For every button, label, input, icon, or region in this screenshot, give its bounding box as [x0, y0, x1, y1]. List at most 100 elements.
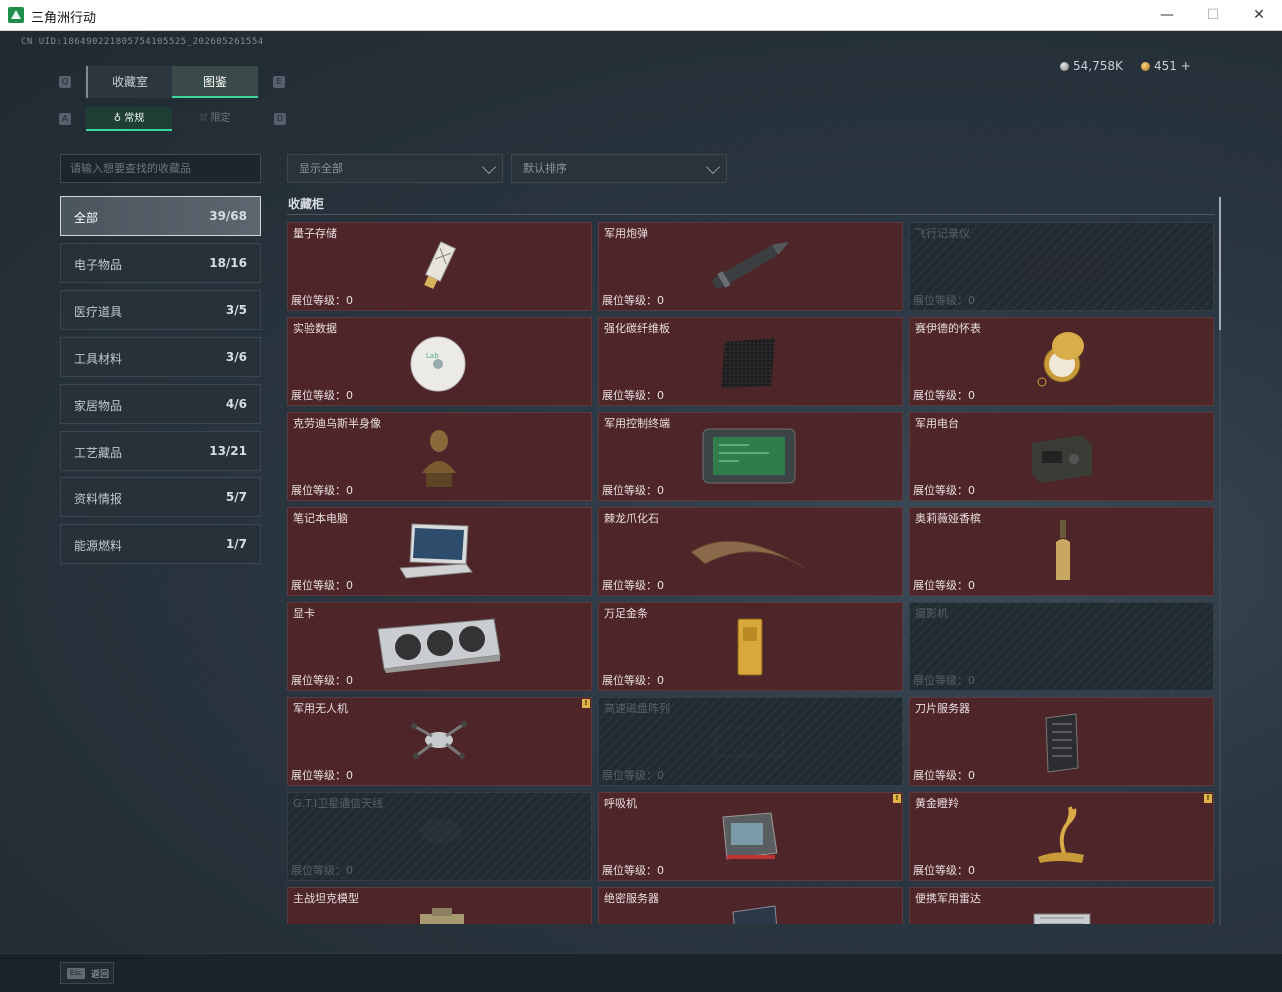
chevron-down-icon — [705, 159, 721, 175]
item-name: 笔记本电脑 — [293, 512, 348, 525]
tab-limited[interactable]: ⛆ 限定 — [172, 107, 258, 131]
back-button[interactable]: Esc 返回 — [60, 962, 114, 984]
sort-dropdown[interactable]: 默认排序 — [511, 154, 727, 183]
radar-icon — [1030, 906, 1094, 924]
key-hint-a: A — [59, 113, 71, 125]
collection-item-card[interactable]: 军用无人机 展位等级：0! — [287, 697, 592, 786]
graphics-card-icon — [374, 615, 504, 679]
collection-item-card[interactable]: 黄金瞪羚 展位等级：0! — [909, 792, 1214, 881]
collection-item-card[interactable]: 赛伊德的怀表 展位等级：0 — [909, 317, 1214, 406]
item-display-level: 展位等级：0 — [291, 674, 353, 687]
ventilator-icon — [717, 809, 781, 867]
control-terminal-icon — [699, 425, 799, 491]
item-display-level: 展位等级：0 — [291, 294, 353, 307]
item-display-level: 展位等级：0 — [291, 389, 353, 402]
category-count: 13/21 — [209, 444, 247, 458]
category-medical[interactable]: 医疗道具 3/5 — [60, 290, 261, 330]
item-name: 高速磁盘阵列 — [604, 702, 670, 715]
category-crafts[interactable]: 工艺藏品 13/21 — [60, 431, 261, 471]
collection-item-card[interactable]: 量子存储 展位等级：0 — [287, 222, 592, 311]
close-button[interactable]: ✕ — [1236, 0, 1282, 31]
category-fuel[interactable]: 能源燃料 1/7 — [60, 524, 261, 564]
collection-item-card[interactable]: 呼吸机 展位等级：0! — [598, 792, 903, 881]
silver-coin-icon — [1060, 62, 1069, 71]
collection-item-card[interactable]: 强化碳纤维板 展位等级：0 — [598, 317, 903, 406]
pocket-watch-icon — [1028, 326, 1088, 400]
category-count: 5/7 — [225, 490, 247, 504]
item-display-level: 展位等级：0 — [913, 484, 975, 497]
gold-currency[interactable]: 451 + — [1141, 59, 1191, 73]
collection-item-card[interactable]: 主战坦克模型展位等级：0 — [287, 887, 592, 924]
section-title: 收藏柜 — [288, 197, 325, 211]
tab-collection-room[interactable]: 收藏室 — [86, 66, 172, 98]
bust-icon — [416, 425, 462, 495]
gold-amount: 451 + — [1154, 59, 1191, 73]
collection-item-card[interactable]: 万足金条 展位等级：0 — [598, 602, 903, 691]
key-hint-d: D — [274, 113, 286, 125]
item-name: 强化碳纤维板 — [604, 322, 670, 335]
category-label: 全部 — [74, 211, 99, 225]
collection-item-card[interactable]: 军用控制终端 展位等级：0 — [598, 412, 903, 501]
category-count: 4/6 — [225, 397, 247, 411]
category-all[interactable]: 全部 39/68 — [60, 196, 261, 236]
item-name: 克劳迪乌斯半身像 — [293, 417, 381, 430]
collection-item-card[interactable]: 绝密服务器展位等级：0 — [598, 887, 903, 924]
collection-item-card[interactable]: 奥莉薇娅香槟 展位等级：0 — [909, 507, 1214, 596]
esc-key-icon: Esc — [67, 968, 85, 979]
category-label: 资料情报 — [74, 492, 123, 506]
item-display-level: 展位等级：0 — [602, 484, 664, 497]
drone-icon — [404, 712, 474, 772]
item-display-level: 展位等级：0 — [291, 579, 353, 592]
tab-regular[interactable]: ♁ 常规 — [86, 107, 172, 131]
item-name: G.T.I卫星通信天线 — [293, 797, 384, 810]
minimize-button[interactable]: — — [1144, 0, 1190, 31]
item-name: 显卡 — [293, 607, 315, 620]
item-display-level: 展位等级：0 — [602, 769, 664, 782]
category-tools[interactable]: 工具材料 3/6 — [60, 337, 261, 377]
item-name: 摄影机 — [915, 607, 948, 620]
item-display-level: 展位等级：0 — [602, 674, 664, 687]
maximize-button[interactable]: ☐ — [1190, 0, 1236, 31]
section-divider — [287, 214, 1215, 215]
display-filter-dropdown[interactable]: 显示全部 — [287, 154, 503, 183]
collection-item-card[interactable]: 显卡展位等级：0 — [287, 602, 592, 691]
category-electronics[interactable]: 电子物品 18/16 — [60, 243, 261, 283]
category-intel[interactable]: 资料情报 5/7 — [60, 477, 261, 517]
collection-item-card[interactable]: 摄影机 展位等级：0 — [909, 602, 1214, 691]
category-household[interactable]: 家居物品 4/6 — [60, 384, 261, 424]
item-name: 军用控制终端 — [604, 417, 670, 430]
collection-item-card[interactable]: 棘龙爪化石 展位等级：0 — [598, 507, 903, 596]
collection-item-card[interactable]: 军用炮弹 展位等级：0 — [598, 222, 903, 311]
item-display-level: 展位等级：0 — [913, 579, 975, 592]
collection-item-card[interactable]: 飞行记录仪 展位等级：0 — [909, 222, 1214, 311]
category-label: 工具材料 — [74, 352, 123, 366]
search-input[interactable] — [60, 154, 261, 183]
collection-item-card[interactable]: 克劳迪乌斯半身像 展位等级：0 — [287, 412, 592, 501]
limited-icon: ⛆ — [199, 113, 211, 124]
champagne-icon — [1050, 518, 1076, 588]
blade-server-icon — [1038, 710, 1084, 780]
collection-item-card[interactable]: G.T.I卫星通信天线 展位等级：0 — [287, 792, 592, 881]
tank-model-icon — [414, 904, 474, 924]
item-name: 刀片服务器 — [915, 702, 970, 715]
app-logo-icon — [8, 7, 24, 23]
window-titlebar: 三角洲行动 — ☐ ✕ — [0, 0, 1282, 31]
carbon-plate-icon — [717, 334, 779, 394]
item-display-level: 展位等级：0 — [913, 294, 975, 307]
collection-item-card[interactable]: 军用电台展位等级：0 — [909, 412, 1214, 501]
collection-item-card[interactable]: 笔记本电脑展位等级：0 — [287, 507, 592, 596]
new-badge-icon: ! — [1204, 794, 1212, 803]
server-icon — [727, 904, 781, 924]
collection-item-card[interactable]: 高速磁盘阵列 展位等级：0 — [598, 697, 903, 786]
window-title: 三角洲行动 — [31, 11, 97, 26]
scrollbar-thumb[interactable] — [1219, 197, 1221, 330]
collection-item-card[interactable]: 刀片服务器 展位等级：0 — [909, 697, 1214, 786]
collection-item-card[interactable]: 便携军用雷达展位等级：0 — [909, 887, 1214, 924]
tab-codex[interactable]: 图鉴 — [172, 66, 258, 98]
item-name: 棘龙爪化石 — [604, 512, 659, 525]
disc-icon: Lab — [408, 334, 468, 398]
footer-bar: Esc 返回 — [0, 953, 1282, 992]
item-name: 军用电台 — [915, 417, 959, 430]
item-name: 绝密服务器 — [604, 892, 659, 905]
collection-item-card[interactable]: Lab 实验数据 展位等级：0 — [287, 317, 592, 406]
